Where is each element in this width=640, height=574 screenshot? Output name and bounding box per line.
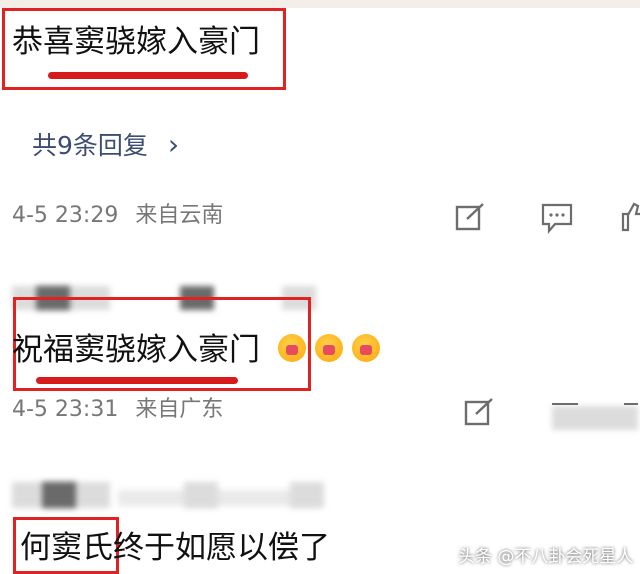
edit-icon[interactable] [455, 202, 487, 232]
comment-icon[interactable] [550, 396, 580, 412]
comment-1-meta: 4-5 23:29 来自云南 [12, 202, 223, 230]
comment-2-location: 来自广东 [135, 397, 224, 422]
blurred-name-fragment [118, 490, 318, 506]
comment-1-location: 来自云南 [135, 203, 224, 228]
emoji-group [278, 334, 381, 366]
emoji-icon [352, 334, 381, 362]
emoji-icon [278, 334, 306, 362]
edit-icon[interactable] [464, 397, 496, 427]
blurred-name-fragment [290, 482, 324, 508]
comment-icon[interactable] [540, 202, 574, 234]
blurred-avatar [42, 482, 76, 508]
comment-2-text: 祝福窦骁嫁入豪门 [12, 332, 260, 368]
comment-1-time: 4-5 23:29 [12, 203, 119, 228]
blurred-name-fragment [184, 482, 218, 508]
comment-3-rest: 终于如愿以偿了 [113, 530, 330, 566]
view-replies-link[interactable]: 共9条回复 › [32, 126, 179, 162]
chevron-right-icon: › [167, 128, 180, 161]
highlight-underline-2 [36, 377, 238, 384]
comment-1-text: 恭喜窦骁嫁入豪门 [12, 24, 260, 60]
view-replies-label: 共9条回复 [32, 131, 148, 160]
watermark: 头条 @不八卦会死星人 [458, 547, 634, 567]
top-edge-strip [0, 0, 640, 8]
highlight-underline-1 [48, 72, 248, 79]
comment-3-highlight: 何窦氏 [20, 530, 113, 566]
comment-2-time: 4-5 23:31 [12, 397, 119, 422]
emoji-icon [315, 334, 344, 362]
like-icon[interactable] [622, 396, 640, 412]
comment-3-text: 何窦氏终于如愿以偿了 [20, 528, 330, 568]
like-icon[interactable] [620, 200, 640, 232]
comment-2-meta: 4-5 23:31 来自广东 [12, 396, 223, 424]
